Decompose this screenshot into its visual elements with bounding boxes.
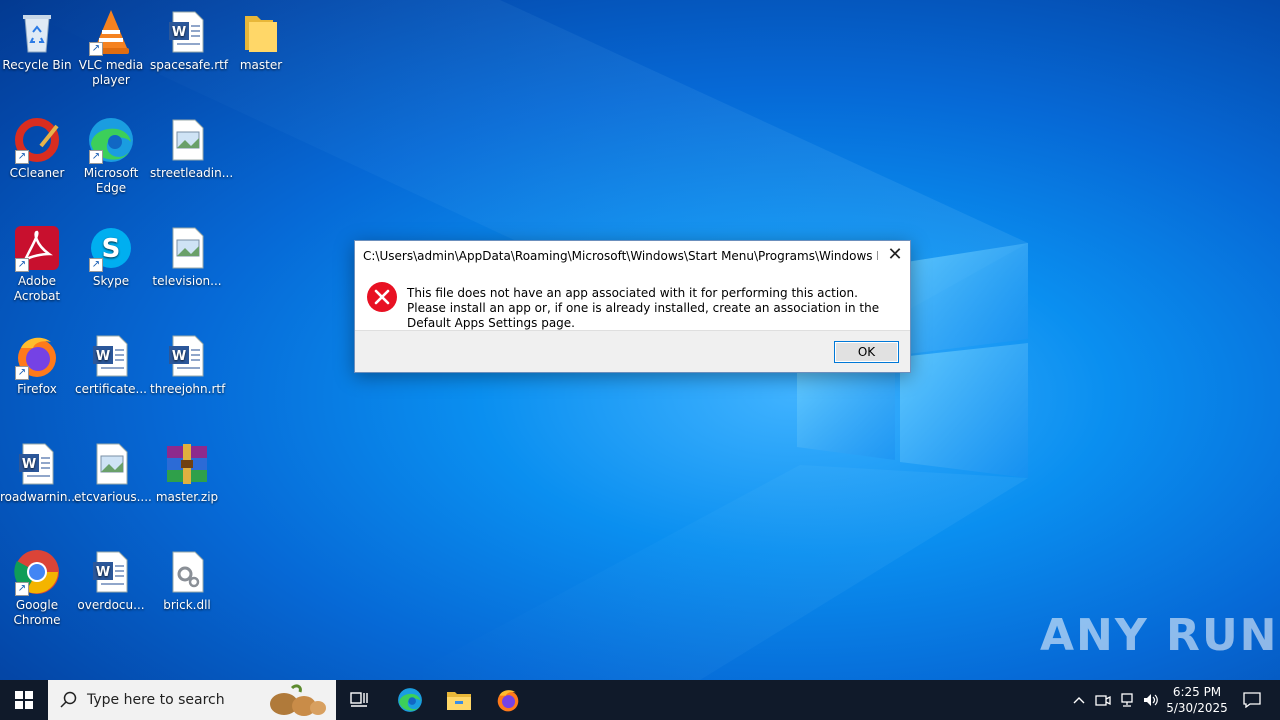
error-dialog: C:\Users\admin\AppData\Roaming\Microsoft… xyxy=(354,240,911,373)
dialog-title: C:\Users\admin\AppData\Roaming\Microsoft… xyxy=(363,249,878,263)
desktop-icon-firefox[interactable]: ↗ Firefox xyxy=(0,332,74,397)
desktop-icon-master-zip[interactable]: master.zip xyxy=(150,440,224,505)
chevron-up-icon xyxy=(1073,697,1085,704)
desktop-icon-vlc[interactable]: ↗ VLC media player xyxy=(74,8,148,88)
desktop-icon-skype[interactable]: S ↗ Skype xyxy=(74,224,148,289)
clock-time: 6:25 PM xyxy=(1172,685,1222,699)
search-icon xyxy=(60,691,77,708)
dialog-footer: OK xyxy=(355,330,910,372)
desktop-icon-label: master xyxy=(239,58,283,72)
shortcut-arrow-icon: ↗ xyxy=(89,42,103,56)
svg-text:W: W xyxy=(172,25,186,40)
desktop-icon-label: Google Chrome xyxy=(13,598,61,627)
desktop-icon-adobe-acrobat[interactable]: ↗ Adobe Acrobat xyxy=(0,224,74,304)
svg-text:W: W xyxy=(96,349,110,364)
desktop-icon-streetleading[interactable]: streetleadin... xyxy=(150,116,234,181)
start-button[interactable] xyxy=(0,680,48,720)
shortcut-arrow-icon: ↗ xyxy=(15,258,29,272)
desktop-icon-google-chrome[interactable]: ↗ Google Chrome xyxy=(0,548,74,628)
video-camera-icon xyxy=(1095,695,1111,706)
desktop-icon-spacesafe[interactable]: W spacesafe.rtf xyxy=(150,8,229,73)
word-document-icon: W xyxy=(19,443,54,485)
tray-network[interactable] xyxy=(1116,680,1138,720)
winrar-archive-icon xyxy=(167,444,207,484)
dialog-close-button[interactable]: ✕ xyxy=(880,241,910,269)
desktop-icon-label: Microsoft Edge xyxy=(83,166,139,195)
desktop-icon-label: Firefox xyxy=(17,382,57,396)
shortcut-arrow-icon: ↗ xyxy=(15,150,29,164)
taskbar-search-box[interactable]: Type here to search xyxy=(48,680,336,720)
desktop-icon-label: VLC media player xyxy=(78,58,144,87)
edge-icon xyxy=(398,688,422,712)
desktop-icon-label: roadwarnin... xyxy=(0,490,79,504)
taskbar-edge[interactable] xyxy=(386,680,434,720)
tray-clock[interactable]: 6:25 PM 5/30/2025 xyxy=(1164,680,1230,720)
recycle-bin-icon xyxy=(23,15,51,53)
taskbar-firefox[interactable] xyxy=(484,680,532,720)
shortcut-arrow-icon: ↗ xyxy=(89,150,103,164)
clock-date: 5/30/2025 xyxy=(1166,701,1228,715)
desktop-icon-label: master.zip xyxy=(155,490,219,504)
dialog-message: This file does not have an app associate… xyxy=(407,286,880,330)
desktop-icon-label: streetleadin... xyxy=(150,166,234,180)
desktop-icon-etcvarious[interactable]: etcvarious.... xyxy=(74,440,152,505)
desktop-icon-certificate[interactable]: W certificate... xyxy=(74,332,148,397)
word-document-icon: W xyxy=(169,11,204,53)
desktop-icon-label: overdocu... xyxy=(77,598,145,612)
desktop-icon-roadwarning[interactable]: W roadwarnin... xyxy=(0,440,79,505)
shortcut-arrow-icon: ↗ xyxy=(89,258,103,272)
desktop-icon-label: etcvarious.... xyxy=(74,490,152,504)
svg-text:W: W xyxy=(96,565,110,580)
action-center-button[interactable] xyxy=(1232,680,1272,720)
desktop-icon-recycle-bin[interactable]: Recycle Bin xyxy=(0,8,74,73)
taskbar: Type here to search 6:25 PM 5/30/2025 xyxy=(0,680,1280,720)
file-explorer-icon xyxy=(447,692,471,710)
desktop-icon-threejohn[interactable]: W threejohn.rtf xyxy=(150,332,226,397)
search-highlight-image xyxy=(270,684,326,716)
desktop-icon-label: Recycle Bin xyxy=(2,58,72,72)
desktop-icon-label: television... xyxy=(152,274,222,288)
taskbar-file-explorer[interactable] xyxy=(435,680,483,720)
desktop-icon-label: threejohn.rtf xyxy=(150,382,226,396)
ok-button[interactable]: OK xyxy=(834,341,899,363)
task-view-icon xyxy=(350,692,368,707)
desktop-icon-microsoft-edge[interactable]: ↗ Microsoft Edge xyxy=(74,116,148,196)
desktop-icon-label: CCleaner xyxy=(9,166,65,180)
tray-volume[interactable] xyxy=(1140,680,1162,720)
svg-text:W: W xyxy=(172,349,186,364)
svg-text:S: S xyxy=(102,234,121,264)
notification-icon xyxy=(1243,692,1261,708)
show-hidden-icons-button[interactable] xyxy=(1068,680,1090,720)
desktop-icon-overdocu[interactable]: W overdocu... xyxy=(74,548,148,613)
windows-logo-icon xyxy=(15,691,33,709)
image-file-icon xyxy=(172,227,204,269)
image-file-icon xyxy=(96,443,128,485)
desktop-icon-label: certificate... xyxy=(75,382,147,396)
dll-file-icon xyxy=(172,551,204,593)
image-file-icon xyxy=(172,119,204,161)
firefox-icon xyxy=(497,690,519,712)
network-icon xyxy=(1121,693,1133,707)
svg-text:W: W xyxy=(22,457,36,472)
desktop-icon-label: Skype xyxy=(92,274,130,288)
word-document-icon: W xyxy=(169,335,204,377)
desktop-icon-master-folder[interactable]: master xyxy=(224,8,298,73)
word-document-icon: W xyxy=(93,551,128,593)
desktop-icon-television[interactable]: television... xyxy=(150,224,224,289)
speaker-icon xyxy=(1144,694,1158,706)
desktop-icon-label: spacesafe.rtf xyxy=(150,58,229,72)
shortcut-arrow-icon: ↗ xyxy=(15,366,29,380)
watermark: ANY RUN xyxy=(1040,610,1279,661)
tray-meet-now[interactable] xyxy=(1092,680,1114,720)
desktop-icon-label: brick.dll xyxy=(163,598,211,612)
shortcut-arrow-icon: ↗ xyxy=(15,582,29,596)
folder-icon xyxy=(245,16,277,52)
desktop-icon-label: Adobe Acrobat xyxy=(13,274,61,303)
search-placeholder: Type here to search xyxy=(87,692,225,708)
task-view-button[interactable] xyxy=(336,680,384,720)
desktop-icon-ccleaner[interactable]: ↗ CCleaner xyxy=(0,116,74,181)
error-icon xyxy=(367,282,397,312)
desktop-icon-brick-dll[interactable]: brick.dll xyxy=(150,548,224,613)
word-document-icon: W xyxy=(93,335,128,377)
